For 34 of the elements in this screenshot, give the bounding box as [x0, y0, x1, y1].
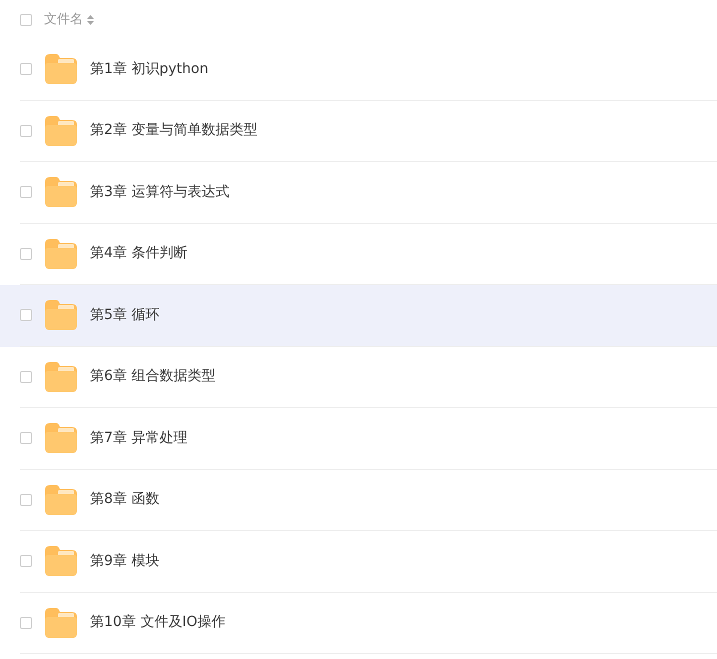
- row-checkbox[interactable]: [20, 494, 32, 506]
- row-checkbox[interactable]: [20, 616, 32, 629]
- folder-icon: [45, 484, 77, 515]
- folder-icon: [45, 177, 77, 208]
- folder-name[interactable]: 第3章 运算符与表达式: [90, 184, 230, 201]
- folder-name[interactable]: 第2章 变量与简单数据类型: [90, 122, 258, 140]
- sort-icon[interactable]: [87, 14, 94, 24]
- folder-icon: [45, 546, 77, 576]
- folder-icon: [45, 116, 77, 146]
- row-checkbox[interactable]: [20, 555, 32, 568]
- row-checkbox[interactable]: [20, 370, 32, 383]
- folder-icon: [45, 54, 77, 84]
- folder-name[interactable]: 第4章 条件判断: [90, 245, 188, 262]
- folder-icon: [45, 362, 77, 392]
- row-checkbox[interactable]: [20, 63, 32, 76]
- row-checkbox[interactable]: [20, 186, 32, 198]
- folder-name[interactable]: 第8章 函数: [90, 491, 160, 508]
- folder-icon: [45, 608, 77, 638]
- row-checkbox[interactable]: [20, 309, 32, 322]
- folder-icon: [45, 423, 77, 454]
- row-checkbox[interactable]: [20, 124, 32, 137]
- folder-icon: [45, 300, 77, 330]
- file-row[interactable]: 第5章 循环: [0, 285, 717, 346]
- folder-name[interactable]: 第7章 异常处理: [90, 430, 188, 447]
- folder-name[interactable]: 第9章 模块: [90, 552, 160, 570]
- select-all-checkbox[interactable]: [20, 14, 32, 26]
- folder-name[interactable]: 第1章 初识python: [90, 60, 208, 78]
- folder-name[interactable]: 第6章 组合数据类型: [90, 368, 216, 386]
- row-checkbox[interactable]: [20, 432, 32, 444]
- file-row[interactable]: 第6章 组合数据类型: [0, 346, 717, 408]
- folder-icon: [45, 238, 77, 269]
- folder-name[interactable]: 第5章 循环: [90, 306, 160, 324]
- row-checkbox[interactable]: [20, 248, 32, 260]
- folder-name[interactable]: 第10章 文件及IO操作: [90, 614, 226, 632]
